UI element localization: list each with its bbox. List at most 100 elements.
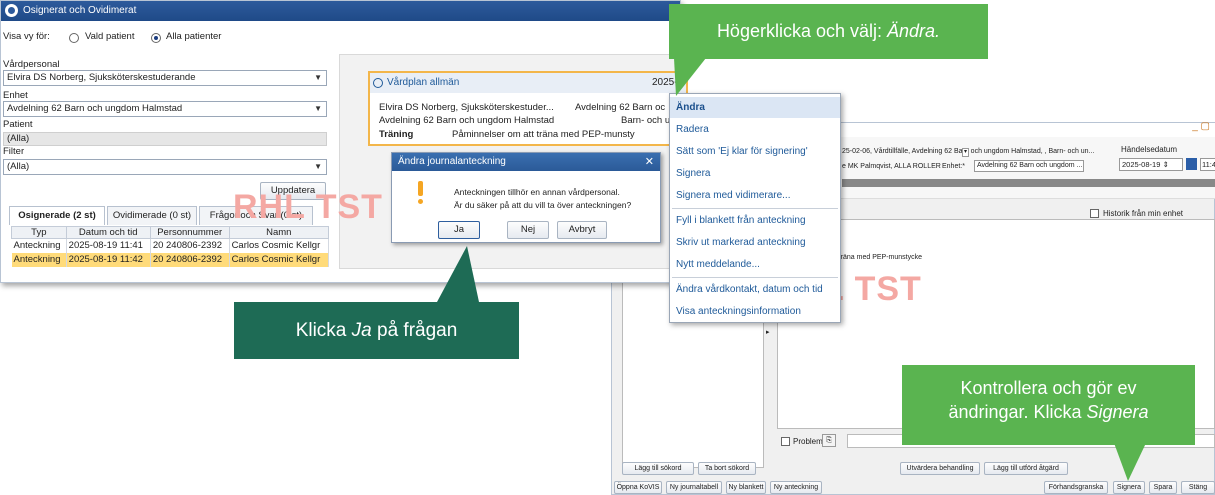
evaluate-treatment-button[interactable]: Utvärdera behandling bbox=[900, 462, 980, 475]
event-date-input[interactable]: 2025-08-19 ⇕ bbox=[1119, 158, 1183, 171]
cell-name: Carlos Cosmic Kellgr bbox=[229, 252, 330, 267]
staff-select[interactable]: Elvira DS Norberg, Sjuksköterskestuderan… bbox=[3, 70, 327, 86]
separator-bar bbox=[842, 179, 1215, 187]
menu-item-new-message[interactable]: Nytt meddelande... bbox=[670, 254, 840, 275]
problem-checkbox[interactable] bbox=[781, 437, 790, 446]
callout-click-yes-text: Klicka bbox=[295, 320, 352, 341]
menu-item-sign-with-verifier[interactable]: Signera med vidimerare... bbox=[670, 185, 840, 206]
care-plan-text: Påminnelser om att träna med PEP-munsty bbox=[452, 129, 635, 140]
unit-select-value: Avdelning 62 Barn och ungdom ... bbox=[977, 162, 1083, 169]
menu-item-print[interactable]: Skriv ut markerad anteckning bbox=[670, 232, 840, 253]
no-button[interactable]: Nej bbox=[507, 221, 549, 239]
new-journal-table-button[interactable]: Ny journaltabell bbox=[666, 481, 722, 494]
callout-click-yes-emphasis: Ja bbox=[351, 320, 372, 341]
warning-icon bbox=[418, 181, 424, 204]
menu-item-edit[interactable]: Ändra bbox=[670, 97, 840, 118]
menu-separator bbox=[672, 277, 838, 278]
filter-select[interactable]: (Alla) ▼ bbox=[3, 159, 327, 175]
care-plan-department-short: Barn- och u bbox=[621, 115, 671, 126]
table-row-selected[interactable]: Anteckning 2025-08-19 11:42 20 240806-23… bbox=[11, 252, 330, 267]
callout-check-sign-emphasis: Signera bbox=[1086, 402, 1149, 422]
radio-all-patients[interactable] bbox=[151, 33, 161, 43]
chevron-down-icon: ▼ bbox=[314, 73, 322, 82]
radio-selected-patient-label: Vald patient bbox=[85, 31, 135, 42]
history-label: Historik från min enhet bbox=[1103, 209, 1184, 218]
add-performed-action-button[interactable]: Lägg till utförd åtgärd bbox=[984, 462, 1068, 475]
menu-item-mark-not-ready[interactable]: Sätt som 'Ej klar för signering' bbox=[670, 141, 840, 162]
menu-item-delete[interactable]: Radera bbox=[670, 119, 840, 140]
open-kovis-button[interactable]: Öppna KoVIS bbox=[614, 481, 662, 494]
menu-item-fill-form[interactable]: Fyll i blankett från anteckning bbox=[670, 210, 840, 231]
radio-all-patients-label: Alla patienter bbox=[166, 31, 222, 42]
care-plan-unit: Avdelning 62 Barn oc bbox=[575, 102, 666, 113]
callout-pointer bbox=[437, 246, 479, 302]
column-header-type[interactable]: Typ bbox=[11, 226, 67, 239]
add-keyword-button[interactable]: Lägg till sökord bbox=[622, 462, 694, 475]
remove-keyword-button[interactable]: Ta bort sökord bbox=[698, 462, 756, 475]
new-form-button[interactable]: Ny blankett bbox=[726, 481, 766, 494]
new-note-button[interactable]: Ny anteckning bbox=[770, 481, 822, 494]
menu-item-change-care-contact[interactable]: Ändra vårdkontakt, datum och tid bbox=[670, 279, 840, 300]
care-plan-department: Avdelning 62 Barn och ungdom Halmstad bbox=[379, 115, 555, 126]
menu-separator bbox=[672, 208, 838, 209]
filter-label: Filter bbox=[3, 146, 25, 157]
unit-select[interactable]: Avdelning 62 Barn och ungdom ... bbox=[974, 160, 1084, 172]
history-checkbox[interactable] bbox=[1090, 209, 1099, 218]
cell-datetime: 2025-08-19 11:41 bbox=[66, 238, 151, 253]
care-contact-dropdown-arrow[interactable]: ▾ bbox=[962, 148, 969, 157]
care-plan-title: Vårdplan allmän bbox=[387, 77, 460, 88]
care-plan-card[interactable]: Vårdplan allmän 2025-0 Elvira DS Norberg… bbox=[368, 71, 688, 146]
column-header-name[interactable]: Namn bbox=[228, 226, 330, 239]
app-icon bbox=[5, 4, 18, 17]
yes-button[interactable]: Ja bbox=[438, 221, 480, 239]
problem-label: Problem bbox=[793, 437, 823, 446]
dialog-message-1: Anteckningen tillhör en annan vårdperson… bbox=[454, 187, 620, 197]
calendar-icon[interactable] bbox=[1186, 158, 1197, 170]
table-header-row: Typ Datum och tid Personnummer Namn bbox=[11, 226, 330, 239]
table-row[interactable]: Anteckning 2025-08-19 11:41 20 240806-23… bbox=[11, 238, 330, 253]
menu-item-note-info[interactable]: Visa anteckningsinformation bbox=[670, 301, 840, 322]
context-menu: Ändra Radera Sätt som 'Ej klar för signe… bbox=[669, 93, 841, 323]
save-button[interactable]: Spara bbox=[1149, 481, 1177, 494]
callout-pointer bbox=[674, 58, 706, 96]
close-button[interactable]: Stäng bbox=[1181, 481, 1215, 494]
dialog-titlebar: Ändra journalanteckning ✕ bbox=[392, 153, 660, 171]
callout-right-click-emphasis: Ändra. bbox=[887, 21, 941, 41]
radio-selected-patient[interactable] bbox=[69, 33, 79, 43]
callout-right-click-text: Högerklicka och välj: bbox=[716, 21, 888, 41]
dialog-message-2: Är du säker på att du vill ta över antec… bbox=[454, 200, 632, 210]
change-note-dialog: Ändra journalanteckning ✕ Anteckningen t… bbox=[391, 152, 661, 243]
unit-label: Enhet:* bbox=[942, 163, 965, 170]
unsigned-window-titlebar: Osignerat och Ovidimerat bbox=[1, 1, 680, 21]
column-header-datetime[interactable]: Datum och tid bbox=[65, 226, 151, 239]
tab-unverified[interactable]: Ovidimerade (0 st) bbox=[107, 206, 197, 225]
cancel-button[interactable]: Avbryt bbox=[557, 221, 607, 239]
cell-name: Carlos Cosmic Kellgr bbox=[229, 238, 330, 253]
signer-text: e MK Palmqvist, ALLA ROLLER bbox=[842, 163, 941, 170]
callout-pointer bbox=[1114, 443, 1146, 481]
cell-datetime: 2025-08-19 11:42 bbox=[66, 252, 151, 267]
patient-field: (Alla) bbox=[3, 132, 327, 146]
callout-right-click: Högerklicka och välj: Ändra. bbox=[669, 4, 988, 59]
no-entry-icon bbox=[373, 78, 383, 88]
window-controls-icon[interactable]: _ ▢ bbox=[1192, 121, 1210, 132]
filter-select-value: (Alla) bbox=[7, 161, 30, 172]
expand-arrow-icon[interactable]: ▸ bbox=[766, 328, 770, 336]
column-header-personal-number[interactable]: Personnummer bbox=[149, 226, 230, 239]
tab-unsigned[interactable]: Osignerade (2 st) bbox=[9, 206, 105, 225]
chevron-down-icon: ▼ bbox=[314, 162, 322, 171]
chevron-down-icon: ▼ bbox=[314, 104, 322, 113]
menu-item-sign[interactable]: Signera bbox=[670, 163, 840, 184]
unit-select[interactable]: Avdelning 62 Barn och ungdom Halmstad ▼ bbox=[3, 101, 327, 117]
close-icon[interactable]: ✕ bbox=[645, 153, 654, 171]
staff-label: Vårdpersonal bbox=[3, 59, 60, 70]
event-date-value: 2025-08-19 bbox=[1122, 160, 1161, 169]
attachment-icon[interactable]: ⎘ bbox=[822, 434, 836, 447]
callout-check-sign-line1: Kontrollera och gör ev bbox=[960, 378, 1137, 398]
care-plan-keyword: Träning bbox=[379, 129, 414, 140]
preview-button[interactable]: Förhandsgranska bbox=[1044, 481, 1108, 494]
callout-check-sign-line2-text: ändringar. Klicka bbox=[948, 402, 1087, 422]
event-time-value: 11:42 bbox=[1202, 160, 1215, 169]
notes-table: Typ Datum och tid Personnummer Namn Ante… bbox=[11, 226, 330, 267]
event-time-input[interactable]: 11:42 bbox=[1200, 158, 1215, 171]
